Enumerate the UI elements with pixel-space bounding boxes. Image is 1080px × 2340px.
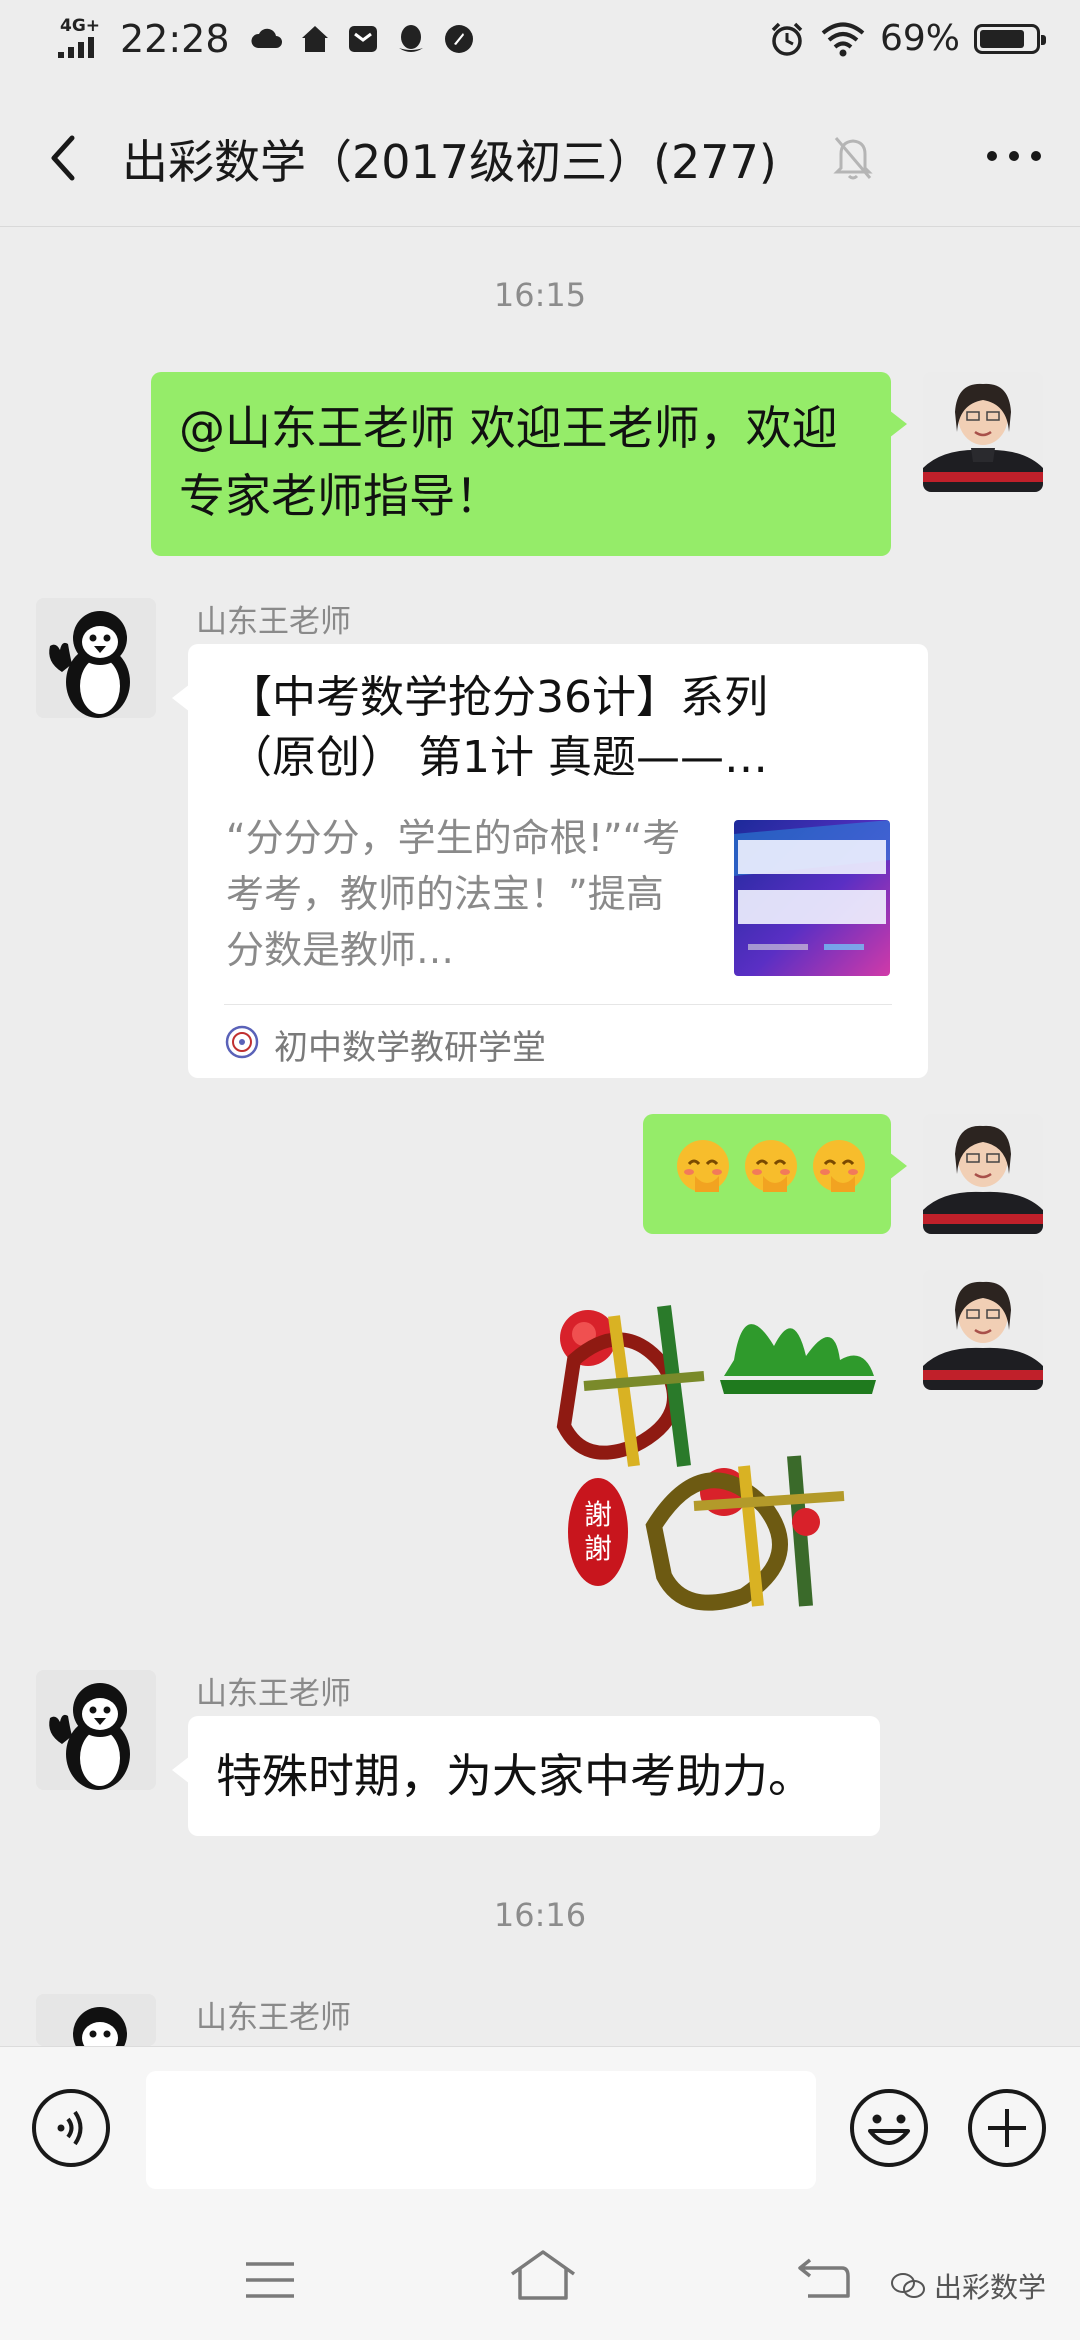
message-text: @山东王老师 欢迎王老师，欢迎专家老师指导！	[179, 401, 838, 523]
watermark: 出彩数学	[890, 2266, 1046, 2306]
wifi-icon	[821, 22, 865, 56]
sender-avatar[interactable]	[36, 598, 156, 718]
more-options-icon[interactable]	[984, 144, 1044, 168]
sender-name: 山东王老师	[196, 2000, 351, 2036]
back-arrow-icon[interactable]	[40, 128, 88, 188]
qq-icon	[398, 25, 423, 52]
shy-face-icon	[745, 1140, 797, 1192]
card-source: 初中数学教研学堂	[274, 1028, 546, 1068]
chat-header: 出彩数学（2017级初三）(277)	[0, 84, 1080, 227]
watermark-text: 出彩数学	[933, 2271, 1046, 2304]
mail-icon	[348, 26, 377, 52]
my-emoji-bubble[interactable]	[643, 1114, 907, 1234]
home-button-icon[interactable]	[508, 2248, 578, 2304]
chat-title: 出彩数学（2017级初三）(277)	[122, 135, 777, 189]
timestamp: 16:16	[493, 1896, 587, 1934]
timestamp: 16:15	[493, 276, 587, 314]
emoji-icon[interactable]	[848, 2087, 930, 2169]
status-bar: 4G+ 22:28 69%	[0, 0, 1080, 84]
home-icon	[301, 26, 328, 52]
plus-icon[interactable]	[966, 2087, 1048, 2169]
message-text: 特殊时期，为大家中考助力。	[216, 1749, 814, 1803]
my-avatar[interactable]	[923, 372, 1043, 492]
cloud-icon	[250, 28, 282, 48]
my-avatar[interactable]	[923, 1270, 1043, 1390]
my-avatar[interactable]	[923, 1114, 1043, 1234]
mute-bell-icon	[833, 137, 873, 180]
battery-percent: 69%	[879, 18, 960, 59]
thank-you-sticker[interactable]: 謝謝	[544, 1276, 900, 1626]
wechat-logo-icon	[890, 2273, 925, 2298]
system-navigation-bar: 出彩数学	[0, 2210, 1080, 2340]
card-divider	[224, 1004, 892, 1005]
alarm-icon	[771, 22, 803, 56]
recent-apps-icon[interactable]	[244, 2260, 296, 2300]
signal-icon: 4G+	[56, 14, 106, 64]
sender-avatar[interactable]	[36, 1670, 156, 1790]
shy-face-icon	[813, 1140, 865, 1192]
article-card[interactable]: 【中考数学抢分36计】系列（原创） 第1计 真题——… “分分分，学生的命根!”…	[172, 644, 928, 1078]
incoming-message-bubble[interactable]: 特殊时期，为大家中考助力。	[172, 1716, 880, 1836]
battery-icon	[974, 23, 1046, 54]
input-bar	[0, 2046, 1080, 2211]
card-title: 【中考数学抢分36计】系列（原创） 第1计 真题——…	[228, 672, 768, 783]
status-time: 22:28	[120, 17, 230, 61]
sender-name: 山东王老师	[196, 1676, 351, 1712]
emoji-row	[673, 1136, 869, 1196]
official-account-icon	[225, 1025, 259, 1059]
network-type: 4G+	[60, 16, 101, 36]
system-back-icon[interactable]	[796, 2254, 852, 2300]
my-message-bubble[interactable]: @山东王老师 欢迎王老师，欢迎专家老师指导！	[151, 372, 907, 556]
browser-icon	[444, 25, 473, 53]
message-input[interactable]	[146, 2071, 816, 2189]
sender-avatar[interactable]	[36, 1994, 156, 2046]
card-thumbnail	[734, 820, 890, 976]
sender-name: 山东王老师	[196, 604, 351, 640]
shy-face-icon	[677, 1140, 729, 1192]
card-description: “分分分，学生的命根!”“考考考，教师的法宝！”提高分数是教师…	[226, 816, 681, 972]
sticker-seal-text: 謝謝	[583, 1498, 612, 1565]
voice-input-icon[interactable]	[30, 2087, 112, 2169]
